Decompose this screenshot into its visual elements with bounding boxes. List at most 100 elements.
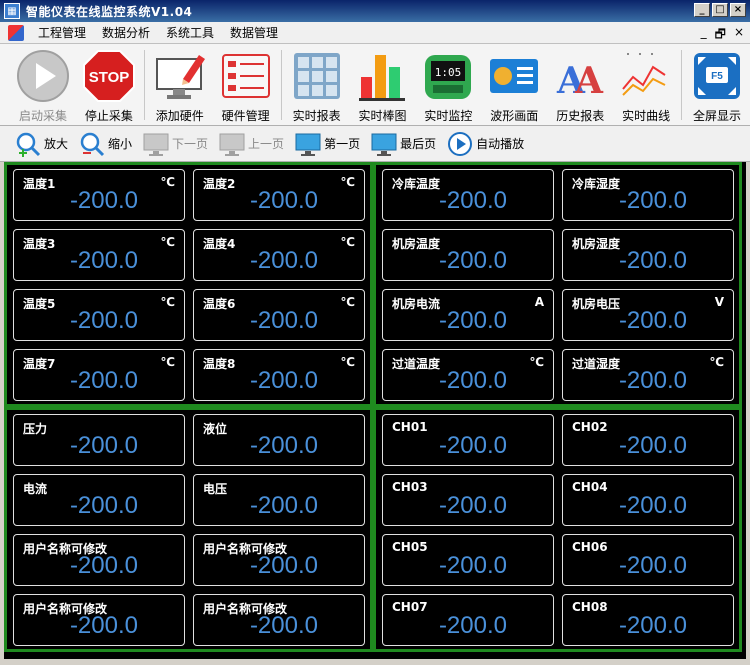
meter-value: -200.0 bbox=[249, 187, 318, 214]
meter-card[interactable]: 机房电压 V -200.0 bbox=[562, 289, 734, 341]
meter-value: -200.0 bbox=[618, 187, 687, 214]
minimize-button[interactable]: _ bbox=[694, 3, 710, 17]
mdi-restore-button[interactable]: 🗗 bbox=[715, 25, 726, 46]
meter-card[interactable]: CH01 -200.0 bbox=[382, 414, 554, 466]
add-hardware-button[interactable]: 添加硬件 bbox=[147, 44, 213, 126]
meter-name: 冷库温度 bbox=[392, 177, 441, 191]
title-bar: ▦ 智能仪表在线监控系统V1.04 _ □ × bbox=[0, 0, 750, 22]
meter-name: CH04 bbox=[572, 480, 608, 494]
history-report-button[interactable]: AA 历史报表 bbox=[547, 44, 613, 126]
meter-card[interactable]: 冷库温度 -200.0 bbox=[382, 169, 554, 221]
window-controls: _ □ × bbox=[694, 3, 746, 17]
meter-card[interactable]: CH04 -200.0 bbox=[562, 474, 734, 526]
mdi-app-icon[interactable] bbox=[8, 24, 24, 41]
fullscreen-button[interactable]: F5 全屏显示 bbox=[684, 44, 750, 126]
meter-card[interactable]: 温度1 ℃ -200.0 bbox=[13, 169, 185, 221]
monitor-icon bbox=[294, 130, 322, 158]
page-navigation-toolbar: 放大 缩小 下一页 上一页 第一页 最后页 自动播放 bbox=[0, 126, 750, 162]
fullscreen-f5-icon: F5 bbox=[689, 48, 745, 104]
menu-project-management[interactable]: 工程管理 bbox=[30, 24, 94, 41]
meter-value: -200.0 bbox=[249, 492, 318, 519]
meter-card[interactable]: 机房电流 A -200.0 bbox=[382, 289, 554, 341]
mdi-close-button[interactable]: × bbox=[734, 25, 744, 46]
meter-card[interactable]: 温度2 ℃ -200.0 bbox=[193, 169, 365, 221]
meter-card[interactable]: 温度4 ℃ -200.0 bbox=[193, 229, 365, 281]
svg-text:1:05: 1:05 bbox=[435, 66, 462, 79]
monitor-icon bbox=[218, 130, 246, 158]
menu-bar: 工程管理 数据分析 系统工具 数据管理 _ 🗗 × bbox=[0, 22, 750, 44]
meter-name: 冷库湿度 bbox=[572, 177, 621, 191]
realtime-bar-chart-button[interactable]: 实时棒图 bbox=[350, 44, 416, 126]
meter-card[interactable]: 过道温度 ℃ -200.0 bbox=[382, 349, 554, 401]
menu-data-management[interactable]: 数据管理 bbox=[222, 24, 286, 41]
stop-acquisition-button[interactable]: STOP 停止采集 bbox=[76, 44, 142, 126]
meter-card[interactable]: 机房湿度 -200.0 bbox=[562, 229, 734, 281]
meter-card[interactable]: 温度8 ℃ -200.0 bbox=[193, 349, 365, 401]
meter-card[interactable]: 电流 -200.0 bbox=[13, 474, 185, 526]
meter-card[interactable]: CH02 -200.0 bbox=[562, 414, 734, 466]
meter-card[interactable]: 过道湿度 ℃ -200.0 bbox=[562, 349, 734, 401]
meter-value: -200.0 bbox=[438, 367, 507, 394]
menu-system-tools[interactable]: 系统工具 bbox=[158, 24, 222, 41]
previous-page-button[interactable]: 上一页 bbox=[218, 129, 284, 159]
next-page-button[interactable]: 下一页 bbox=[142, 129, 208, 159]
meter-name: 过道温度 bbox=[392, 357, 441, 371]
waveform-screen-button[interactable]: 波形画面 bbox=[481, 44, 547, 126]
meter-name: 机房温度 bbox=[392, 237, 441, 251]
zoom-in-button[interactable]: 放大 bbox=[14, 129, 68, 159]
start-acquisition-button[interactable]: 启动采集 bbox=[10, 44, 76, 126]
stop-sign-icon: STOP bbox=[81, 48, 137, 104]
meter-card[interactable]: 机房温度 -200.0 bbox=[382, 229, 554, 281]
meter-card[interactable]: 用户名称可修改 -200.0 bbox=[13, 594, 185, 646]
monitor-pencil-icon bbox=[152, 48, 208, 104]
close-button[interactable]: × bbox=[730, 3, 746, 17]
meter-name: 电压 bbox=[203, 482, 228, 496]
meter-card[interactable]: 冷库湿度 -200.0 bbox=[562, 169, 734, 221]
monitor-panel: 冷库温度 -200.0 冷库湿度 -200.0 机房温度 -200.0 机房湿度 -200.0… bbox=[373, 162, 742, 407]
meter-unit: ℃ bbox=[709, 355, 724, 369]
meter-value: -200.0 bbox=[249, 432, 318, 459]
meter-card[interactable]: CH03 -200.0 bbox=[382, 474, 554, 526]
first-page-button[interactable]: 第一页 bbox=[294, 129, 360, 159]
meter-card[interactable]: 温度6 ℃ -200.0 bbox=[193, 289, 365, 341]
meter-card[interactable]: 用户名称可修改 -200.0 bbox=[193, 534, 365, 586]
mdi-minimize-button[interactable]: _ bbox=[701, 25, 707, 46]
meter-card[interactable]: CH05 -200.0 bbox=[382, 534, 554, 586]
meter-value: -200.0 bbox=[69, 247, 138, 274]
app-icon: ▦ bbox=[4, 3, 20, 19]
meter-card[interactable]: 温度3 ℃ -200.0 bbox=[13, 229, 185, 281]
grid-table-icon bbox=[289, 48, 345, 104]
meter-name: CH01 bbox=[392, 420, 428, 434]
history-report-icon: AA bbox=[552, 48, 608, 104]
meter-value: -200.0 bbox=[438, 552, 507, 579]
meter-value: -200.0 bbox=[69, 492, 138, 519]
meter-unit: ℃ bbox=[529, 355, 544, 369]
realtime-report-button[interactable]: 实时报表 bbox=[284, 44, 350, 126]
meter-card[interactable]: 电压 -200.0 bbox=[193, 474, 365, 526]
meter-value: -200.0 bbox=[618, 307, 687, 334]
hardware-management-button[interactable]: 硬件管理 bbox=[213, 44, 279, 126]
meter-card[interactable]: 液位 -200.0 bbox=[193, 414, 365, 466]
meter-name: 液位 bbox=[203, 422, 228, 436]
meter-card[interactable]: 压力 -200.0 bbox=[13, 414, 185, 466]
meter-name: 温度7 bbox=[23, 357, 56, 371]
meter-value: -200.0 bbox=[438, 492, 507, 519]
realtime-monitor-button[interactable]: 1:05 实时监控 bbox=[415, 44, 481, 126]
meter-card[interactable]: 温度7 ℃ -200.0 bbox=[13, 349, 185, 401]
meter-value: -200.0 bbox=[69, 187, 138, 214]
menu-data-analysis[interactable]: 数据分析 bbox=[94, 24, 158, 41]
realtime-curve-button[interactable]: 实时曲线 bbox=[613, 44, 679, 126]
meter-card[interactable]: CH07 -200.0 bbox=[382, 594, 554, 646]
zoom-out-button[interactable]: 缩小 bbox=[78, 129, 132, 159]
meter-card[interactable]: 温度5 ℃ -200.0 bbox=[13, 289, 185, 341]
meter-card[interactable]: 用户名称可修改 -200.0 bbox=[193, 594, 365, 646]
autoplay-button[interactable]: 自动播放 bbox=[446, 129, 524, 159]
meter-card[interactable]: CH06 -200.0 bbox=[562, 534, 734, 586]
last-page-button[interactable]: 最后页 bbox=[370, 129, 436, 159]
meter-name: 机房电压 bbox=[572, 297, 621, 311]
meter-card[interactable]: 用户名称可修改 -200.0 bbox=[13, 534, 185, 586]
meter-value: -200.0 bbox=[618, 247, 687, 274]
maximize-button[interactable]: □ bbox=[712, 3, 728, 17]
meter-card[interactable]: CH08 -200.0 bbox=[562, 594, 734, 646]
meter-name: 温度4 bbox=[203, 237, 236, 251]
